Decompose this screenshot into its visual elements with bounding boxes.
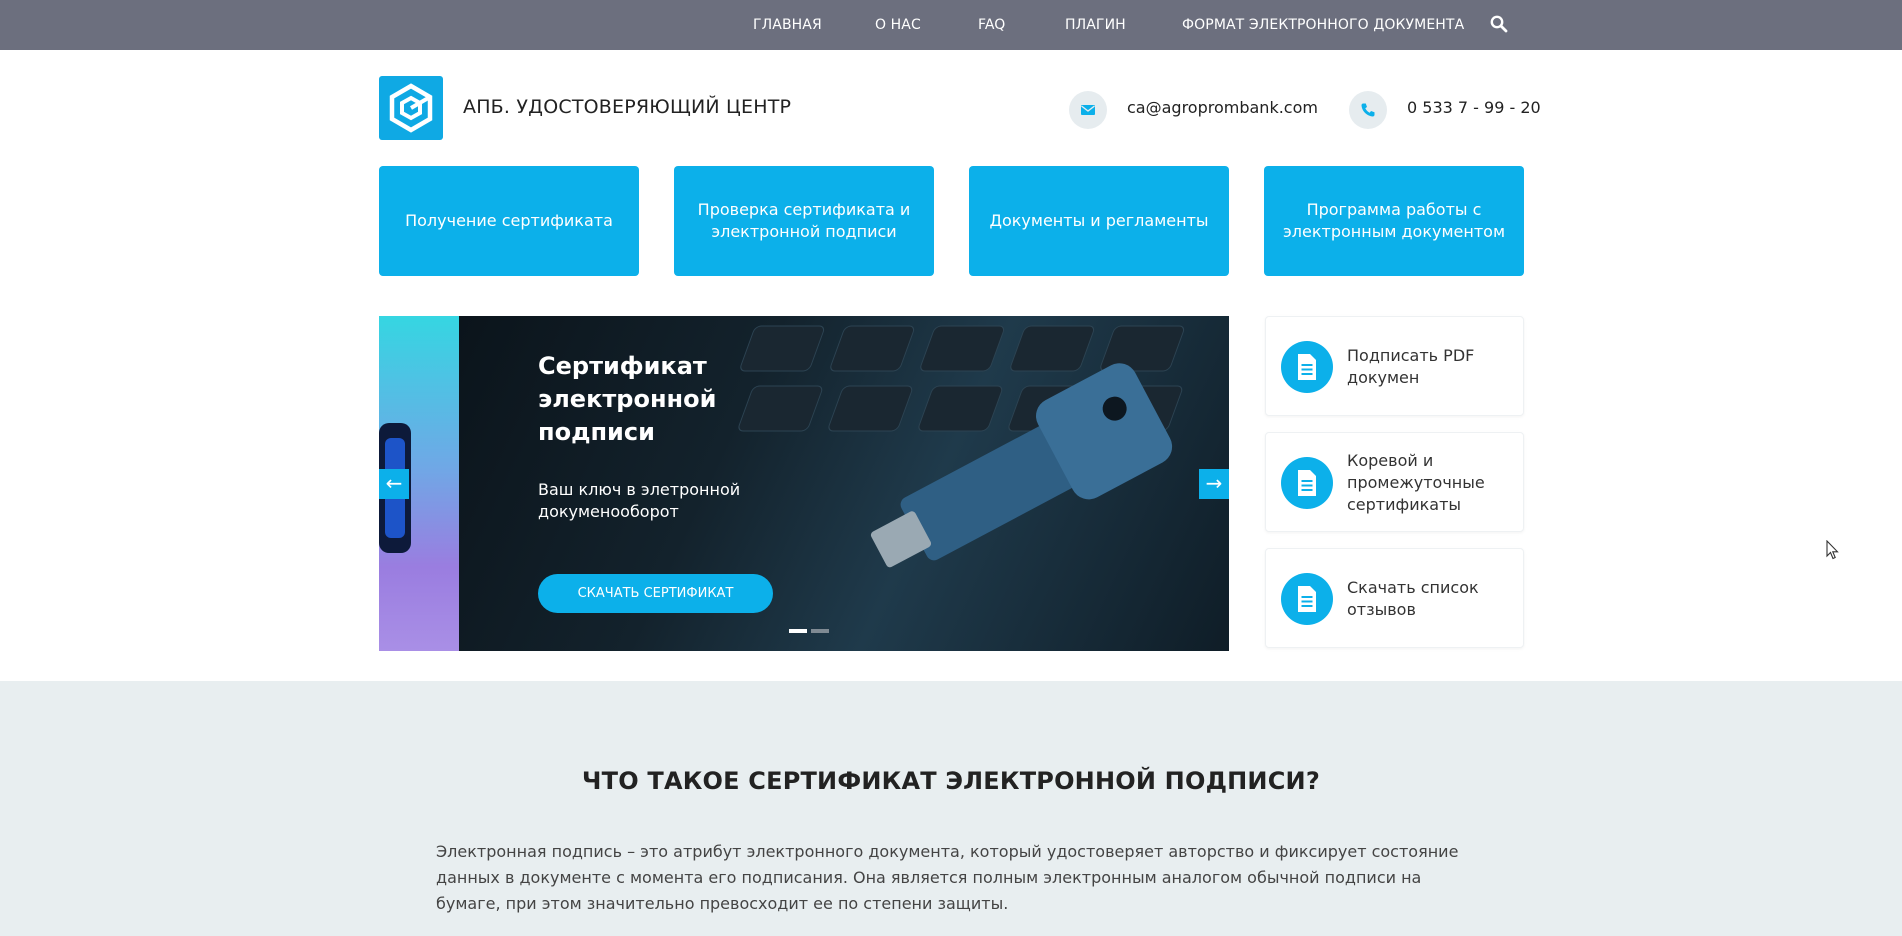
info-heading: ЧТО ТАКОЕ СЕРТИФИКАТ ЭЛЕКТРОННОЙ ПОДПИСИ…	[582, 767, 1320, 795]
nav-item-document-format[interactable]: ФОРМАТ ЭЛЕКТРОННОГО ДОКУМЕНТА	[1182, 0, 1464, 50]
card-revocation-list[interactable]: Скачать список отзывов	[1265, 548, 1524, 648]
nav-item-faq[interactable]: FAQ	[978, 0, 1005, 50]
mouse-cursor-icon	[1826, 539, 1840, 564]
hexagon-logo-icon	[389, 83, 433, 133]
nav-item-home[interactable]: ГЛАВНАЯ	[753, 0, 822, 50]
nav-item-about[interactable]: О НАС	[875, 0, 921, 50]
email-icon	[1069, 91, 1107, 129]
slider-next-arrow-icon[interactable]: →	[1199, 469, 1229, 499]
service-button-documents[interactable]: Документы и регламенты	[969, 166, 1229, 276]
document-icon	[1281, 457, 1333, 509]
info-text: Электронная подпись – это атрибут электр…	[436, 842, 1459, 913]
hero-slider: Сертификат электронной подписи Ваш ключ …	[379, 316, 1229, 651]
slider-prev-arrow-icon[interactable]: ←	[379, 469, 409, 499]
slider-dot-2[interactable]	[811, 629, 829, 633]
card-label: Подписать PDF докумен	[1347, 346, 1475, 387]
brand-name: АПБ. УДОСТОВЕРЯЮЩИЙ ЦЕНТР	[463, 96, 792, 118]
nav-item-plugin[interactable]: ПЛАГИН	[1065, 0, 1126, 50]
card-root-certificates[interactable]: Коревой и промежуточные сертификаты	[1265, 432, 1524, 532]
phone-icon	[1349, 91, 1387, 129]
email-link[interactable]: ca@agroprombank.com	[1127, 98, 1318, 117]
document-icon	[1281, 573, 1333, 625]
card-label: Коревой и промежуточные сертификаты	[1347, 451, 1485, 514]
slider-dot-1[interactable]	[789, 629, 807, 633]
document-icon	[1281, 341, 1333, 393]
slide-subtitle: Ваш ключ в элетронной докуменооборот	[538, 480, 741, 521]
logo[interactable]	[379, 76, 443, 140]
slide-title: Сертификат электронной подписи	[538, 352, 717, 446]
card-sign-pdf[interactable]: Подписать PDF докумен	[1265, 316, 1524, 416]
card-label: Скачать список отзывов	[1347, 578, 1479, 619]
service-button-get-certificate[interactable]: Получение сертификата	[379, 166, 639, 276]
service-button-verify-certificate[interactable]: Проверка сертификата и электронной подпи…	[674, 166, 934, 276]
search-icon[interactable]	[1490, 15, 1510, 35]
top-nav: ГЛАВНАЯ О НАС FAQ ПЛАГИН ФОРМАТ ЭЛЕКТРОН…	[0, 0, 1902, 50]
phone-number[interactable]: 0 533 7 - 99 - 20	[1407, 98, 1541, 117]
service-button-program[interactable]: Программа работы с электронным документо…	[1264, 166, 1524, 276]
info-section: ЧТО ТАКОЕ СЕРТИФИКАТ ЭЛЕКТРОННОЙ ПОДПИСИ…	[0, 681, 1902, 936]
download-certificate-button[interactable]: СКАЧАТЬ СЕРТИФИКАТ	[538, 574, 773, 613]
